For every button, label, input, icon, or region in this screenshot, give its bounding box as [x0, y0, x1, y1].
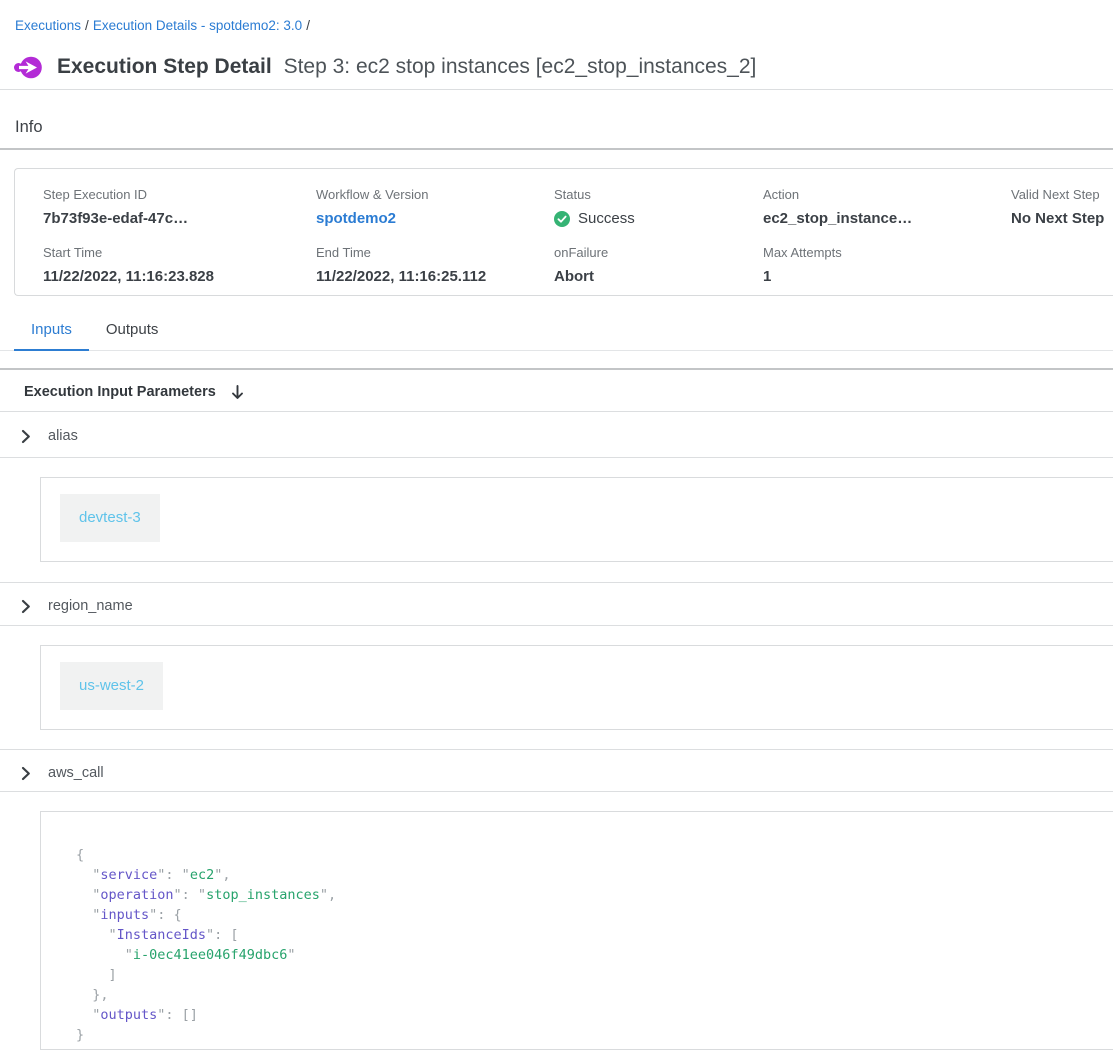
breadcrumb-separator: /: [302, 18, 314, 33]
aws-call-code-box: { "service": "ec2", "operation": "stop_i…: [40, 811, 1113, 1050]
sort-descending-arrow-icon[interactable]: [230, 384, 245, 401]
field-end-time: End Time 11/22/2022, 11:16:25.112: [316, 245, 554, 286]
section-label: region_name: [48, 596, 133, 616]
step-info-card: Step Execution ID 7b73f93e-edaf-47c… Wor…: [14, 168, 1113, 296]
section-header-aws-call[interactable]: aws_call: [20, 763, 1113, 783]
field-start-time: Start Time 11/22/2022, 11:16:23.828: [43, 245, 316, 286]
field-onfailure: onFailure Abort: [554, 245, 763, 286]
field-label: End Time: [316, 245, 554, 261]
info-heading: Info: [15, 117, 1113, 138]
field-action: Action ec2_stop_instance…: [763, 187, 1011, 228]
brand-logo-icon: [14, 54, 42, 81]
field-value: 1: [763, 268, 1011, 286]
field-label: Start Time: [43, 245, 316, 261]
field-workflow-version: Workflow & Version spotdemo2: [316, 187, 554, 228]
field-value: No Next Step: [1011, 210, 1113, 228]
status-text: Success: [578, 210, 635, 228]
breadcrumb-link-execution-details[interactable]: Execution Details - spotdemo2: 3.0: [93, 18, 302, 33]
field-step-execution-id: Step Execution ID 7b73f93e-edaf-47c…: [43, 187, 316, 228]
field-label: Action: [763, 187, 1011, 203]
field-status: Status Success: [554, 187, 763, 228]
divider: [0, 411, 1113, 412]
section-header-alias[interactable]: alias: [20, 426, 1113, 446]
field-max-attempts: Max Attempts 1: [763, 245, 1011, 286]
divider: [0, 749, 1113, 750]
tab-outputs[interactable]: Outputs: [89, 321, 176, 350]
success-check-icon: [554, 211, 570, 227]
field-label: Step Execution ID: [43, 187, 316, 203]
field-value: ec2_stop_instance…: [763, 210, 1011, 228]
field-label: Status: [554, 187, 763, 203]
field-valid-next-step: Valid Next Step No Next Step: [1011, 187, 1113, 228]
region-name-value-box: us-west-2: [40, 645, 1113, 730]
page-title: Execution Step Detail Step 3: ec2 stop i…: [57, 53, 756, 81]
breadcrumb: Executions/Execution Details - spotdemo2…: [0, 0, 1113, 34]
field-label: Valid Next Step: [1011, 187, 1113, 203]
breadcrumb-separator: /: [81, 18, 93, 33]
divider: [0, 582, 1113, 583]
execution-input-parameters-header: Execution Input Parameters: [24, 383, 1113, 401]
section-label: aws_call: [48, 763, 104, 783]
divider: [0, 368, 1113, 370]
region-name-value-chip: us-west-2: [60, 662, 163, 710]
alias-value-chip: devtest-3: [60, 494, 160, 542]
page-title-row: Execution Step Detail Step 3: ec2 stop i…: [14, 53, 1113, 81]
tab-inputs[interactable]: Inputs: [14, 321, 89, 351]
divider: [0, 791, 1113, 792]
field-value: 11/22/2022, 11:16:23.828: [43, 268, 316, 286]
divider: [0, 625, 1113, 626]
field-value: 7b73f93e-edaf-47c…: [43, 210, 316, 228]
execution-input-parameters-label: Execution Input Parameters: [24, 383, 216, 401]
field-value: Abort: [554, 268, 763, 286]
divider: [0, 457, 1113, 458]
chevron-right-icon: [20, 429, 31, 444]
divider: [0, 148, 1113, 150]
field-label: Max Attempts: [763, 245, 1011, 261]
section-header-region-name[interactable]: region_name: [20, 596, 1113, 616]
workflow-link[interactable]: spotdemo2: [316, 210, 396, 227]
tab-bar: Inputs Outputs: [0, 321, 1113, 351]
aws-call-code: { "service": "ec2", "operation": "stop_i…: [76, 845, 1113, 1045]
field-value: 11/22/2022, 11:16:25.112: [316, 268, 554, 286]
chevron-right-icon: [20, 766, 31, 781]
chevron-right-icon: [20, 599, 31, 614]
field-empty: [1011, 245, 1113, 286]
divider: [0, 89, 1113, 90]
alias-value-box: devtest-3: [40, 477, 1113, 562]
page-title-main: Execution Step Detail: [57, 55, 272, 78]
page-title-step: Step 3: ec2 stop instances [ec2_stop_ins…: [284, 55, 757, 78]
section-label: alias: [48, 426, 78, 446]
step-info-grid: Step Execution ID 7b73f93e-edaf-47c… Wor…: [15, 169, 1113, 295]
field-label: onFailure: [554, 245, 763, 261]
field-label: Workflow & Version: [316, 187, 554, 203]
breadcrumb-link-executions[interactable]: Executions: [15, 18, 81, 33]
